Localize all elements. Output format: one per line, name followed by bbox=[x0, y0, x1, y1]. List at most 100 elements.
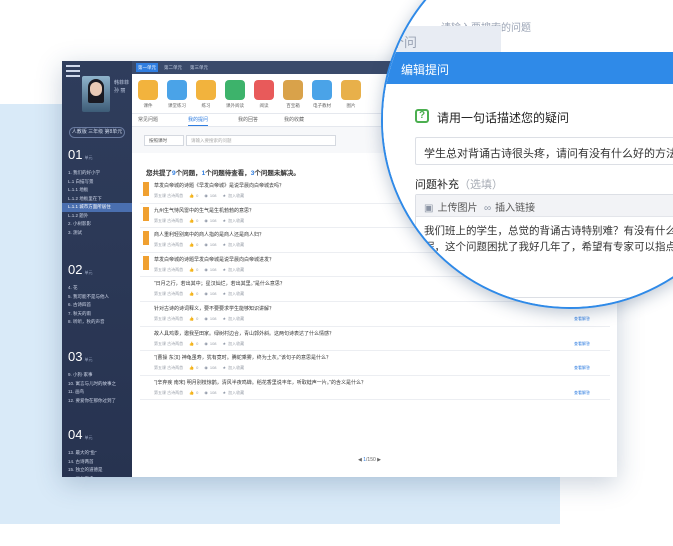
app-icon[interactable] bbox=[283, 80, 303, 100]
favorite-label[interactable]: 加入收藏 bbox=[228, 267, 244, 272]
favorite-label[interactable]: 加入收藏 bbox=[228, 193, 244, 198]
sidebar-lesson-item[interactable]: 6. 古诗四首 bbox=[68, 301, 130, 310]
sidebar-lesson-item[interactable]: 11. 画鸟 bbox=[68, 388, 130, 397]
supplement-editor[interactable]: ▣上传图片 ∞插入链接 我们班上的学生，总觉的背诵古诗特别难？有没有什么好的方法… bbox=[415, 194, 673, 298]
sidebar-lesson-item[interactable]: L.1.1 地板 bbox=[68, 186, 130, 195]
avatar[interactable] bbox=[82, 76, 110, 112]
star-icon[interactable]: ★ bbox=[223, 242, 227, 247]
next-page-icon[interactable]: ▶ bbox=[377, 457, 381, 463]
view-answer-link[interactable]: 查看解答 bbox=[574, 341, 590, 347]
question-input[interactable]: 学生总对背诵古诗很头疼，请问有没有什么好的方法？ bbox=[415, 137, 673, 165]
question-row[interactable]: “(辛弃疾 南宋) 明月别枝惊鹊，清风半夜鸣蝉。稻花香里说丰年，听取蛙声一片。”… bbox=[140, 376, 610, 401]
sidebar-lesson-item[interactable]: 10. 寓言与儿时的故事之 bbox=[68, 380, 130, 389]
star-icon[interactable]: ★ bbox=[223, 390, 227, 395]
app-icon[interactable] bbox=[225, 80, 245, 100]
app-icon[interactable] bbox=[196, 80, 216, 100]
thumb-up-icon[interactable]: 👍 bbox=[189, 193, 194, 198]
question-title[interactable]: 故人具鸡黍，邀我至田家。绿树村边合，青山郭外斜。这两句诗表达了什么情感？ bbox=[154, 330, 334, 337]
subtab-item[interactable]: 我的提问 bbox=[188, 115, 209, 126]
sidebar-lesson-item[interactable]: 14. 古诗两首 bbox=[68, 458, 130, 467]
favorite-label[interactable]: 加入收藏 bbox=[228, 365, 244, 370]
question-row[interactable]: “(曹操 东汉) 神龟虽寿，犹有竟时。腾蛇乘雾，终为土灰。”该句子的意思是什么？… bbox=[140, 351, 610, 376]
sidebar-lesson-item[interactable]: 5. 我可能不是与他人 bbox=[68, 293, 130, 302]
editor-content[interactable]: 我们班上的学生，总觉的背诵古诗特别难？有没有什么好的方法呢，这个问题困扰了我好几… bbox=[424, 223, 673, 255]
question-icon: ? bbox=[415, 109, 429, 123]
subtab-item[interactable]: 我的收藏 bbox=[284, 115, 304, 126]
tab-unit[interactable]: 第二单元 bbox=[162, 63, 184, 72]
app-icon[interactable] bbox=[341, 80, 361, 100]
star-icon[interactable]: ★ bbox=[223, 316, 227, 321]
view-answer-link[interactable]: 查看解答 bbox=[574, 390, 590, 396]
app-icon[interactable] bbox=[254, 80, 274, 100]
view-answer-link[interactable]: 查看解答 bbox=[574, 316, 590, 322]
sidebar-lesson-item[interactable]: 9. 小狗·家事 bbox=[68, 371, 130, 380]
view-count: 108 bbox=[209, 266, 217, 272]
sidebar-lesson-item[interactable]: L.1.2 地板里在下 bbox=[68, 195, 130, 204]
thumb-up-icon[interactable]: 👍 bbox=[189, 316, 194, 321]
favorite-label[interactable]: 加入收藏 bbox=[228, 390, 244, 395]
menu-icon[interactable] bbox=[66, 65, 80, 77]
insert-link-label: 插入链接 bbox=[495, 203, 536, 214]
star-icon[interactable]: ★ bbox=[223, 365, 227, 370]
sidebar-lesson-item[interactable]: 12. 要爱你在那你过到了 bbox=[68, 397, 130, 406]
tab-unit[interactable]: 第一单元 bbox=[136, 63, 158, 72]
star-icon[interactable]: ★ bbox=[223, 291, 227, 296]
subtab-item[interactable]: 常见问题 bbox=[138, 115, 158, 126]
class-selector[interactable]: 人教版 三年级 第8单元 bbox=[69, 127, 125, 138]
subtab-item[interactable]: 我的回答 bbox=[238, 115, 258, 126]
thumb-up-icon[interactable]: 👍 bbox=[189, 267, 194, 272]
question-title[interactable]: 商人重利轻别离中的商人指的是商人还是商人妇？ bbox=[154, 231, 264, 238]
thumb-up-icon[interactable]: 👍 bbox=[189, 390, 194, 395]
question-title[interactable]: “(曹操 东汉) 神龟虽寿，犹有竟时。腾蛇乘雾，终为土灰。”该句子的意思是什么？ bbox=[154, 354, 331, 361]
upload-image-button[interactable]: ▣ 上传图片 bbox=[424, 199, 477, 214]
tab-unit[interactable]: 第三单元 bbox=[188, 63, 210, 72]
star-icon[interactable]: ★ bbox=[223, 341, 227, 346]
question-title[interactable]: “日月之行，若出其中；星汉灿烂，若出其里。”是什么意思？ bbox=[154, 280, 285, 287]
thumb-up-icon[interactable]: 👍 bbox=[189, 341, 194, 346]
supplement-optional: （选填） bbox=[459, 179, 503, 191]
sidebar-lesson-item[interactable]: 13. 最大的”鱼“ bbox=[68, 449, 130, 458]
meta-topic: 古诗两首 bbox=[167, 242, 184, 248]
app-icon[interactable] bbox=[138, 80, 158, 100]
star-icon[interactable]: ★ bbox=[223, 193, 227, 198]
thumb-up-icon[interactable]: 👍 bbox=[189, 365, 194, 370]
unit-header: 04 单元 bbox=[68, 428, 92, 442]
sidebar-lesson-item[interactable]: 8. 听听，秋的声音 bbox=[68, 318, 130, 327]
unit-item-list: 4. 花 5. 我可能不是与他人 6. 古诗四首 7. 秋天的雨 8. 听听，秋的声音 bbox=[68, 284, 130, 327]
app-icon[interactable] bbox=[167, 80, 187, 100]
thumb-up-icon[interactable]: 👍 bbox=[189, 242, 194, 247]
sidebar-lesson-item[interactable]: 1. 我们的好小学 bbox=[68, 169, 130, 178]
search-input[interactable]: 请输入要搜索的问题 bbox=[186, 135, 336, 146]
sidebar-lesson-item[interactable]: L.1.2 题外 bbox=[68, 212, 130, 221]
lesson-select[interactable]: 按照课时 bbox=[144, 135, 184, 146]
question-title[interactable]: 草发白帝城的诗题早发白帝城是说早晨向白帝城进发？ bbox=[154, 256, 274, 263]
prev-page-icon[interactable]: ◀ bbox=[358, 457, 362, 463]
unit-number: 01 bbox=[68, 147, 83, 162]
question-title[interactable]: “(辛弃疾 南宋) 明月别枝惊鹊，清风半夜鸣蝉。稻花香里说丰年，听取蛙声一片。”… bbox=[154, 379, 366, 386]
question-row[interactable]: 故人具鸡黍，邀我至田家。绿树村边合，青山郭外斜。这两句诗表达了什么情感？ 第五课 … bbox=[140, 327, 610, 352]
sidebar-lesson-item[interactable]: 4. 花 bbox=[68, 284, 130, 293]
view-answer-link[interactable]: 查看解答 bbox=[574, 365, 590, 371]
app-icon[interactable] bbox=[312, 80, 332, 100]
sidebar-lesson-item[interactable]: 7. 秋天的雨 bbox=[68, 310, 130, 319]
sidebar-lesson-item[interactable]: L.1.1 城市方面所居住 bbox=[62, 203, 132, 212]
sidebar-lesson-item[interactable]: 3. 测试 bbox=[68, 229, 130, 238]
sidebar-lesson-item[interactable]: 16. 画台跑步 bbox=[68, 475, 130, 478]
question-title[interactable]: 草发白帝城的诗题《早发白帝城》是说早晨向白帝城去吗？ bbox=[154, 182, 284, 189]
thumb-up-icon[interactable]: 👍 bbox=[189, 291, 194, 296]
sidebar-lesson-item[interactable]: 2. 小树影影 bbox=[68, 220, 130, 229]
favorite-label[interactable]: 加入收藏 bbox=[228, 341, 244, 346]
thumb-up-icon[interactable]: 👍 bbox=[189, 218, 194, 223]
question-title[interactable]: 九州生气恃风雷中的生气是生机勃勃的意思？ bbox=[154, 207, 254, 214]
star-icon[interactable]: ★ bbox=[223, 267, 227, 272]
question-title[interactable]: 针对古诗的诗词释义，要不要要求学生能够知识讲解？ bbox=[154, 305, 274, 312]
meta-topic: 古诗两首 bbox=[167, 291, 184, 297]
favorite-label[interactable]: 加入收藏 bbox=[228, 316, 244, 321]
sidebar-lesson-item[interactable]: 15. 独立的道德是 bbox=[68, 466, 130, 475]
insert-link-button[interactable]: ∞ 插入链接 bbox=[484, 199, 535, 214]
favorite-label[interactable]: 加入收藏 bbox=[228, 218, 244, 223]
favorite-label[interactable]: 加入收藏 bbox=[228, 242, 244, 247]
star-icon[interactable]: ★ bbox=[223, 218, 227, 223]
sidebar-lesson-item[interactable]: L.1 白描写景 bbox=[68, 178, 130, 187]
favorite-label[interactable]: 加入收藏 bbox=[228, 291, 244, 296]
